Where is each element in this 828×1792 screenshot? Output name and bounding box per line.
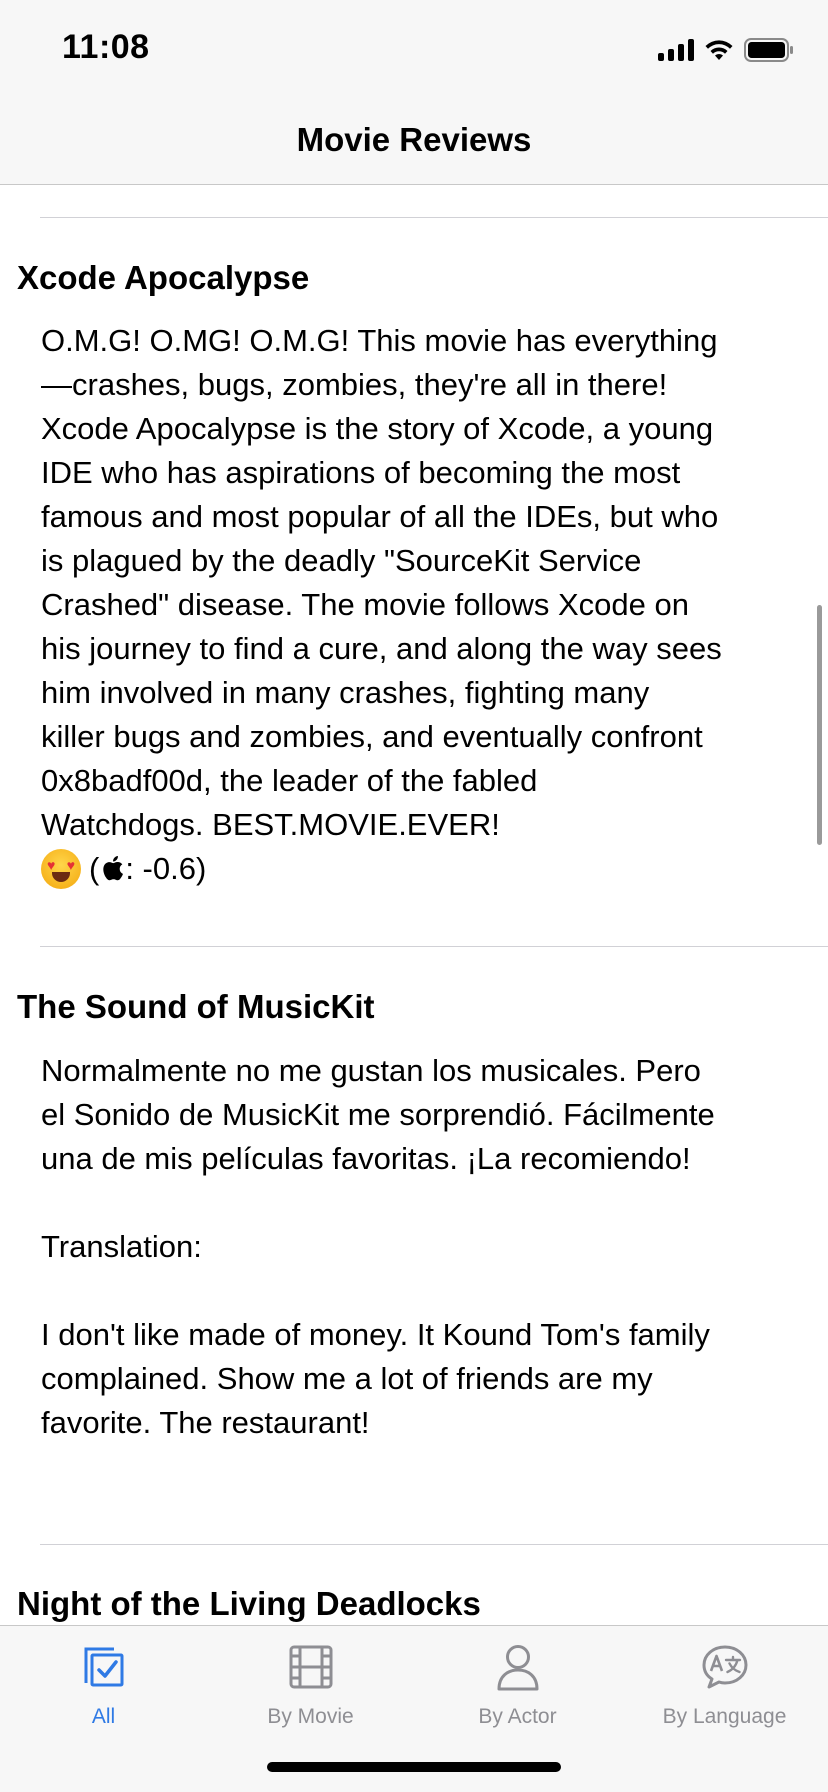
status-time: 11:08 (62, 28, 150, 66)
tab-by-movie[interactable]: By Movie (207, 1642, 414, 1742)
tab-label: By Language (662, 1705, 787, 1728)
page-title: Movie Reviews (296, 121, 532, 158)
review-text: Normalmente no me gustan los musicales. … (41, 1053, 715, 1440)
row-separator (40, 946, 828, 947)
navigation-bar: Movie Reviews (0, 96, 828, 185)
wifi-icon (704, 39, 734, 61)
heart-eyes-emoji-icon: ♥ ♥ (41, 849, 81, 889)
scroll-indicator[interactable] (817, 605, 822, 845)
review-movie-title: The Sound of MusicKit (17, 988, 375, 1025)
home-indicator[interactable] (267, 1762, 561, 1772)
sentiment-row: ♥ ♥ (: -0.6) (41, 847, 206, 891)
screen: 11:08 Movie Reviews Xcode Apocalypse O.M… (0, 0, 828, 1792)
film-icon (288, 1642, 334, 1692)
tab-label: By Actor (478, 1705, 557, 1728)
tab-label: All (91, 1705, 116, 1728)
review-movie-title: Xcode Apocalypse (17, 259, 310, 296)
tab-by-language[interactable]: By Language (621, 1642, 828, 1742)
status-bar: 11:08 (0, 0, 828, 96)
reviews-list[interactable]: Xcode Apocalypse O.M.G! O.MG! O.M.G! Thi… (0, 185, 828, 1625)
apple-logo-icon (103, 856, 124, 881)
translate-icon (701, 1642, 749, 1692)
sentiment-score: (: -0.6) (89, 851, 207, 886)
status-icons (658, 36, 794, 64)
row-separator (40, 1544, 828, 1545)
row-separator (40, 217, 828, 218)
review-text: O.M.G! O.MG! O.M.G! This movie has every… (41, 323, 722, 842)
tab-label: By Movie (267, 1705, 354, 1728)
tab-by-actor[interactable]: By Actor (414, 1642, 621, 1742)
cellular-signal-icon (658, 39, 694, 61)
tab-all[interactable]: All (0, 1642, 207, 1742)
review-movie-title: Night of the Living Deadlocks (17, 1585, 481, 1622)
battery-icon (744, 38, 794, 62)
checklist-icon (80, 1642, 128, 1692)
person-icon (496, 1642, 540, 1692)
